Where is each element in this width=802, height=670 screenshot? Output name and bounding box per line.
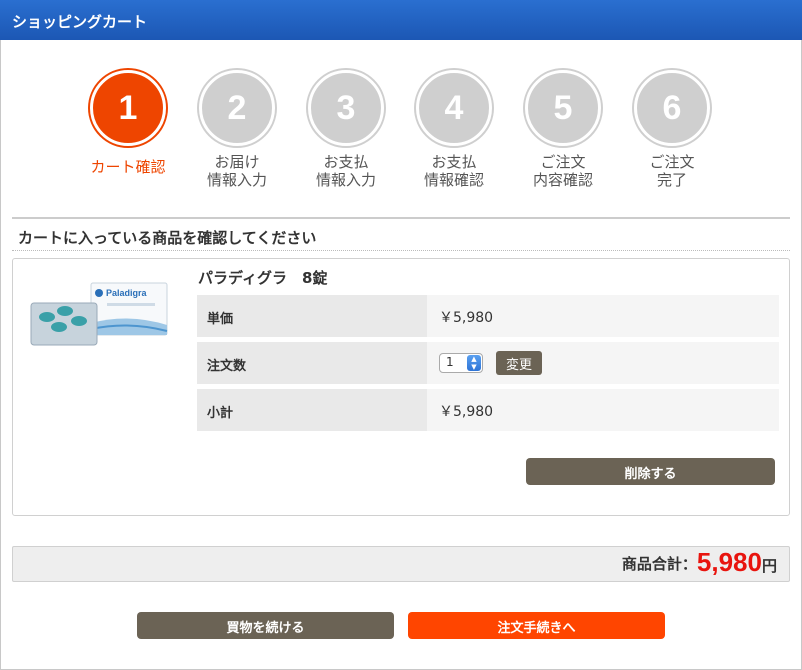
step-label: ご注文 完了 [649,153,695,189]
unit-price-row: 単価 ￥5,980 [197,295,779,337]
cart-item: Paladigra パラディグラ 8錠 単価 ￥5,980 注文数 1 ▲ ▼ 変… [12,258,790,516]
step-number: 6 [634,70,710,146]
quantity-value: 1 [446,355,454,369]
step-number: 2 [199,70,275,146]
quantity-row: 注文数 1 ▲ ▼ 変更 [197,342,779,384]
step-label: お支払 情報確認 [423,153,484,189]
step-label: お支払 情報入力 [315,153,376,189]
page-header: ショッピングカート [0,0,802,40]
step-1: 1 カート確認 [73,70,183,176]
step-label: お届け 情報入力 [206,153,267,189]
product-image[interactable]: Paladigra [29,279,169,349]
step-number: 3 [308,70,384,146]
step-2: 2 お届け 情報入力 [182,70,292,189]
subtotal-value: ￥5,980 [427,389,779,431]
continue-shopping-button[interactable]: 買物を続ける [137,612,394,639]
quantity-select[interactable]: 1 ▲ ▼ [439,353,483,373]
checkout-button[interactable]: 注文手続きへ [408,612,665,639]
cart-total: 商品合計：5,980円 [12,546,790,582]
step-6: 6 ご注文 完了 [617,70,727,189]
unit-price-value: ￥5,980 [427,295,779,337]
change-quantity-button[interactable]: 変更 [496,351,543,375]
delete-item-button[interactable]: 削除する [526,458,775,485]
total-amount: 5,980 [696,547,762,577]
total-label: 商品合計： [621,555,697,573]
item-detail-table: 単価 ￥5,980 注文数 1 ▲ ▼ 変更 小計 ￥5,980 [197,295,779,436]
unit-price-label: 単価 [197,295,427,337]
step-5: 5 ご注文 内容確認 [508,70,618,189]
checkout-steps: 1 カート確認 2 お届け 情報入力 3 お支払 情報入力 4 お支払 情報確認… [0,70,802,200]
step-label: ご注文 内容確認 [532,153,593,189]
subtotal-label: 小計 [197,389,427,431]
step-number: 5 [525,70,601,146]
product-package-icon: Paladigra [30,282,168,346]
select-arrows-icon: ▲ ▼ [467,355,481,371]
step-label: カート確認 [90,158,166,176]
step-4: 4 お支払 情報確認 [399,70,509,189]
subtotal-row: 小計 ￥5,980 [197,389,779,431]
section-title: カートに入っている商品を確認してください [12,217,790,251]
step-number: 4 [416,70,492,146]
quantity-label: 注文数 [197,342,427,384]
step-3: 3 お支払 情報入力 [291,70,401,189]
page-title: ショッピングカート [12,13,148,31]
quantity-cell: 1 ▲ ▼ 変更 [427,342,779,384]
product-name[interactable]: パラディグラ 8錠 [198,267,327,288]
svg-text:Paladigra: Paladigra [106,288,148,298]
total-currency: 円 [761,557,777,575]
step-number: 1 [90,70,166,146]
